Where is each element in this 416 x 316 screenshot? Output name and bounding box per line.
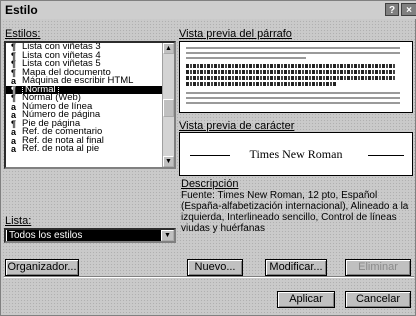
scroll-thumb[interactable]	[163, 99, 174, 117]
title-bar: Estilo ? ×	[1, 1, 416, 19]
close-icon[interactable]: ×	[401, 3, 416, 16]
list-dropdown[interactable]: Todos los estilos ▼	[4, 228, 176, 243]
dropdown-arrow-icon[interactable]: ▼	[161, 230, 174, 241]
paragraph-preview	[179, 41, 413, 113]
new-button[interactable]: Nuevo...	[187, 259, 243, 276]
modify-button[interactable]: Modificar...	[265, 259, 327, 276]
preview-next-line	[186, 92, 400, 94]
window-title: Estilo	[5, 3, 38, 17]
description-label: Descripción	[181, 178, 239, 190]
character-style-icon: a	[11, 144, 17, 154]
preview-next-line	[186, 97, 400, 99]
scroll-down-icon[interactable]: ▼	[163, 156, 174, 167]
help-icon[interactable]: ?	[385, 3, 399, 16]
list-item[interactable]: a Ref. de nota al pie	[6, 143, 174, 154]
scroll-up-icon[interactable]: ▲	[163, 43, 174, 54]
char-preview-label: Vista previa de carácter	[179, 120, 295, 132]
styles-list-items: ¶ Lista con viñetas 3 ¶ Lista con viñetas 4…	[6, 43, 174, 154]
styles-listbox[interactable]: ¶ Lista con viñetas 3 ¶ Lista con viñetas 4…	[4, 41, 176, 169]
preview-text-line	[186, 70, 396, 74]
preview-prev-line	[186, 52, 400, 54]
style-dialog: Estilo ? × Estilos: ¶ Lista con viñetas 3…	[0, 0, 416, 316]
baseline-right	[368, 155, 404, 156]
styles-label: Estilos:	[5, 28, 41, 40]
preview-text-line	[186, 76, 396, 80]
preview-text-line	[186, 64, 396, 68]
char-preview: Times New Roman	[179, 132, 413, 176]
list-dropdown-value: Todos los estilos	[7, 230, 162, 241]
list-item-label: Ref. de nota al pie	[22, 143, 100, 154]
delete-button[interactable]: Eliminar	[345, 259, 411, 276]
styles-scrollbar[interactable]: ▲ ▼	[162, 43, 174, 167]
preview-text-line	[186, 82, 336, 86]
list-label: Lista:	[5, 215, 32, 227]
preview-prev-line	[186, 57, 306, 59]
cancel-button[interactable]: Cancelar	[345, 291, 411, 308]
apply-button[interactable]: Aplicar	[277, 291, 335, 308]
description-text: Fuente: Times New Roman, 12 pto, Español…	[181, 190, 409, 234]
paragraph-preview-label: Vista previa del párrafo	[179, 28, 292, 40]
separator	[4, 276, 414, 278]
preview-next-line	[186, 102, 400, 104]
organizer-button[interactable]: Organizador...	[5, 259, 79, 276]
preview-prev-line	[186, 47, 400, 49]
